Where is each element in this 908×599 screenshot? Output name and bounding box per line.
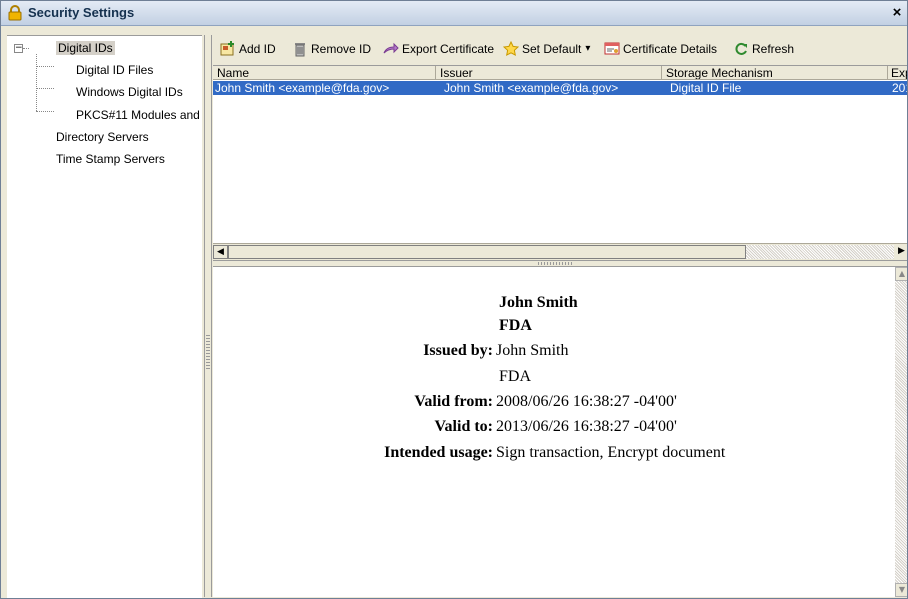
certificate-icon — [604, 41, 620, 57]
add-id-icon — [220, 40, 236, 57]
export-certificate-button[interactable]: Export Certificate — [383, 40, 494, 57]
table-cell-issuer: John Smith <example@fda.gov> — [444, 81, 619, 95]
valid-to-label: Valid to: — [434, 418, 493, 435]
table-cell-storage: Digital ID File — [670, 81, 742, 95]
table-cell-name: John Smith <example@fda.gov> — [215, 81, 390, 95]
set-default-button[interactable]: Set Default ▾ — [502, 40, 591, 57]
vertical-splitter[interactable] — [204, 35, 212, 597]
issued-by-name: John Smith — [496, 342, 569, 359]
scroll-track[interactable] — [746, 245, 894, 259]
set-default-label: Set Default — [522, 41, 582, 56]
lock-icon — [7, 5, 23, 21]
valid-from-label: Valid from: — [414, 393, 493, 410]
horizontal-splitter[interactable] — [213, 260, 907, 267]
horizontal-scrollbar[interactable]: ◀ ▶ — [213, 243, 907, 260]
table-cell-expires: 2013.06.26 — [892, 81, 907, 95]
certificate-details-button[interactable]: Certificate Details — [604, 40, 717, 57]
scroll-left-icon[interactable]: ◀ — [213, 245, 228, 259]
detail-org: FDA — [499, 317, 532, 334]
splitter-grip — [538, 262, 574, 265]
toolbar: Add ID Remove ID Export Certificate Set … — [213, 35, 907, 61]
tree-item-digital-ids[interactable]: Digital IDs — [56, 41, 115, 55]
issued-by-org: FDA — [499, 368, 532, 385]
tree-item-windows-digital-ids[interactable]: Windows Digital IDs — [76, 85, 183, 99]
tree-line — [23, 48, 29, 50]
add-id-button[interactable]: Add ID — [220, 40, 276, 57]
intended-usage-label: Intended usage: — [384, 444, 493, 461]
refresh-button[interactable]: Refresh — [733, 40, 794, 57]
tree-item-time-stamp-servers[interactable]: Time Stamp Servers — [56, 152, 165, 166]
intended-usage-value: Sign transaction, Encrypt document — [496, 444, 726, 461]
valid-to-value: 2013/06/26 16:38:27 -04'00' — [496, 418, 677, 435]
chevron-down-icon: ▾ — [585, 43, 591, 54]
remove-id-label: Remove ID — [311, 41, 372, 56]
refresh-icon — [733, 41, 749, 57]
column-header-name[interactable]: Name — [213, 66, 436, 80]
security-settings-window: Security Settings × − Digital IDs Digita… — [0, 0, 908, 599]
scroll-down-icon[interactable]: ▼ — [895, 583, 907, 597]
column-header-expires[interactable]: Expires — [888, 66, 907, 80]
collapse-icon[interactable]: − — [14, 44, 23, 53]
digital-id-list: Name Issuer Storage Mechanism Expires Jo… — [213, 65, 907, 244]
title-bar: Security Settings × — [1, 1, 907, 26]
detail-name: John Smith — [499, 294, 578, 311]
tree-line — [36, 88, 54, 90]
column-header-storage-mechanism[interactable]: Storage Mechanism — [662, 66, 888, 80]
scroll-right-icon[interactable]: ▶ — [894, 245, 907, 259]
export-certificate-label: Export Certificate — [402, 41, 495, 56]
certificate-details-label: Certificate Details — [623, 41, 718, 56]
valid-from-value: 2008/06/26 16:38:27 -04'00' — [496, 393, 677, 410]
issued-by-label: Issued by: — [423, 342, 493, 359]
column-header-issuer[interactable]: Issuer — [436, 66, 662, 80]
star-icon — [502, 40, 520, 57]
scroll-up-icon[interactable]: ▲ — [895, 267, 907, 281]
tree-line — [36, 66, 54, 68]
add-id-label: Add ID — [239, 41, 276, 56]
trash-icon — [292, 41, 308, 57]
main-pane: Add ID Remove ID Export Certificate Set … — [213, 35, 907, 597]
window-title: Security Settings — [28, 5, 135, 20]
tree-item-digital-id-files[interactable]: Digital ID Files — [76, 63, 153, 77]
refresh-label: Refresh — [752, 41, 795, 56]
table-row[interactable]: John Smith <example@fda.gov> John Smith … — [213, 81, 907, 95]
tree-item-pkcs11-modules[interactable]: PKCS#11 Modules and Tokens — [76, 108, 202, 122]
export-arrow-icon — [383, 41, 399, 57]
tree-line — [36, 111, 54, 113]
certificate-details-pane: John Smith FDA Issued by: John Smith FDA… — [213, 267, 895, 597]
scroll-thumb[interactable] — [228, 245, 746, 259]
remove-id-button[interactable]: Remove ID — [292, 40, 371, 57]
splitter-grip — [206, 335, 210, 371]
tree-line — [36, 54, 38, 111]
vertical-scrollbar[interactable]: ▲ ▼ — [895, 267, 907, 597]
tree-item-directory-servers[interactable]: Directory Servers — [56, 130, 149, 144]
category-tree: − Digital IDs Digital ID Files Windows D… — [7, 35, 202, 598]
close-icon[interactable]: × — [889, 4, 905, 21]
